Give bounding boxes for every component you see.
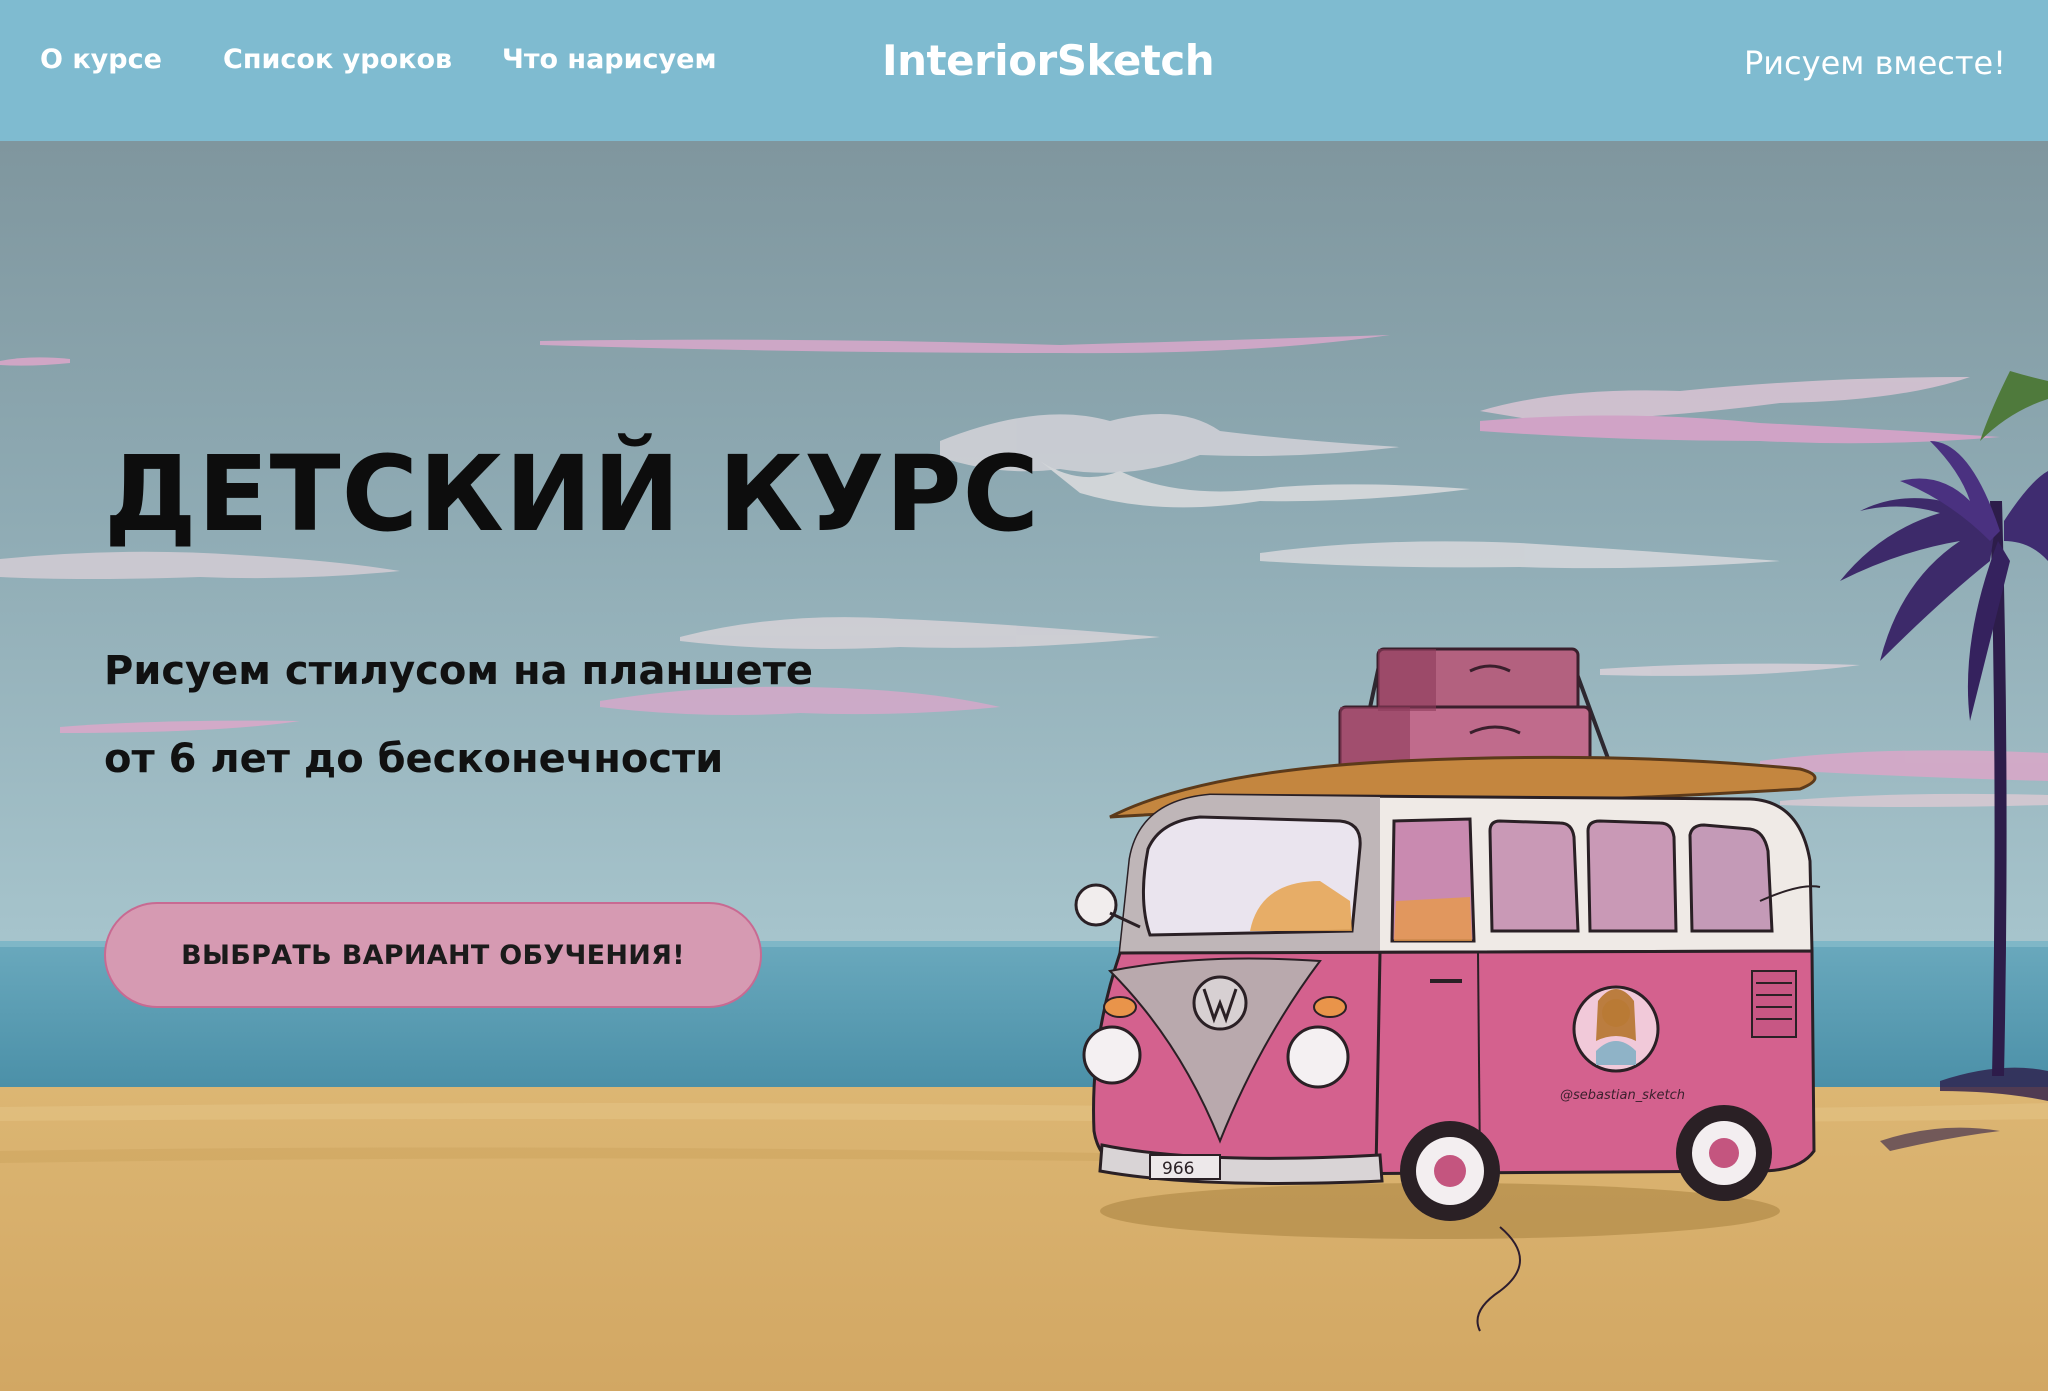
hero-title: ДЕТСКИЙ КУРС xyxy=(104,433,1040,555)
nav-link-what-we-draw[interactable]: Что нарисуем xyxy=(502,44,717,75)
header-tagline: Рисуем вместе! xyxy=(1743,44,2006,82)
nav-link-about-course[interactable]: О курсе xyxy=(40,44,162,75)
van-handle-text: @sebastian_sketch xyxy=(1560,1088,1685,1103)
hero-subtitle-line-2: от 6 лет до бесконечности xyxy=(104,736,724,782)
top-header: О курсе Список уроков Что нарисуем Inter… xyxy=(0,0,2048,141)
brand-logo[interactable]: InteriorSketch xyxy=(882,36,1215,85)
hero-subtitle-line-1: Рисуем стилусом на планшете xyxy=(104,648,814,694)
choose-learning-option-button[interactable]: ВЫБРАТЬ ВАРИАНТ ОБУЧЕНИЯ! xyxy=(104,902,762,1008)
nav-link-lesson-list[interactable]: Список уроков xyxy=(223,44,452,75)
hero-section: @sebastian_sketch 966 ДЕТСКИЙ КУРС Рисуе… xyxy=(0,141,2048,1391)
license-plate-text: 966 xyxy=(1162,1159,1194,1179)
landing-page: О курсе Список уроков Что нарисуем Inter… xyxy=(0,0,2048,1391)
